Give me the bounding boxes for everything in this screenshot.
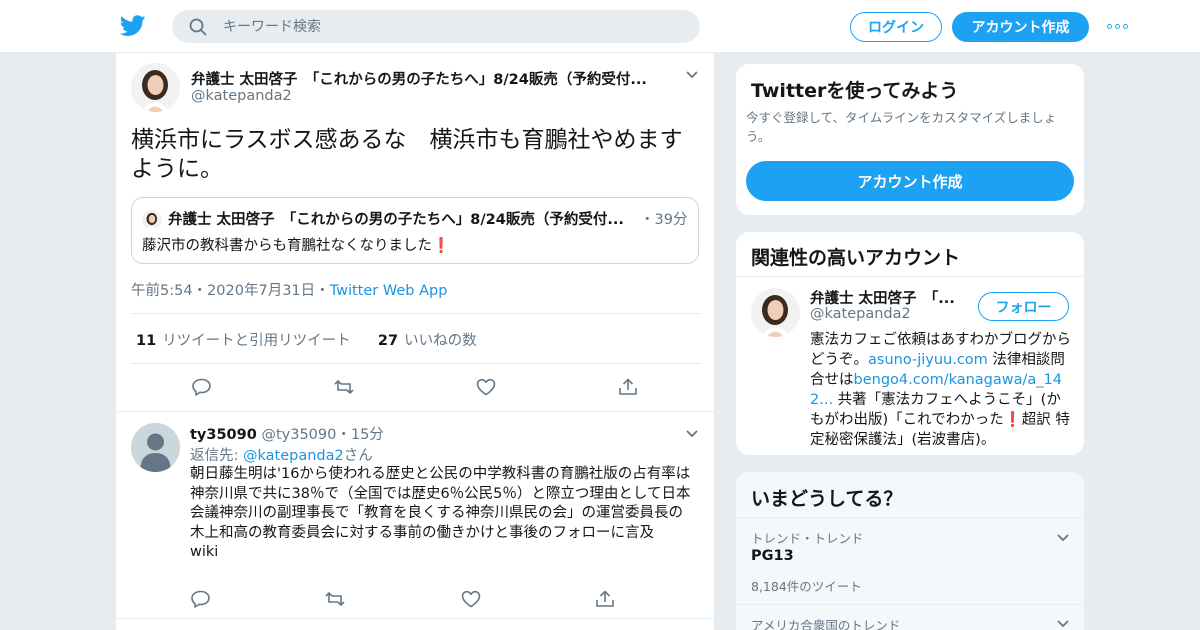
like-heart-icon[interactable] [475, 377, 497, 397]
reply-to-handle-link[interactable]: @katepanda2 [243, 448, 344, 464]
likes-stat[interactable]: 27 いいねの数 [378, 333, 477, 349]
signup-button[interactable]: アカウント作成 [952, 12, 1089, 42]
retweets-stat[interactable]: 11 リツイートと引用リツイート [136, 333, 351, 349]
related-accounts-title: 関連性の高いアカウント [751, 247, 961, 269]
login-button[interactable]: ログイン [850, 12, 942, 42]
avatar [142, 210, 162, 230]
avatar[interactable] [131, 423, 180, 472]
more-options-icon[interactable] [1107, 18, 1131, 34]
divider [116, 411, 714, 412]
follow-button[interactable]: フォロー [978, 292, 1069, 321]
divider [736, 517, 1084, 518]
reply-author[interactable]: ty35090 @ty35090・15分 [190, 423, 384, 444]
tweet-author-name[interactable]: 弁護士 太田啓子 「これからの男の子たちへ」8/24販売（予約受付... [191, 68, 666, 89]
trends-title: いまどうしてる？ [751, 488, 903, 510]
divider [131, 313, 701, 314]
chevron-down-icon[interactable] [1056, 619, 1070, 629]
trend-name[interactable]: PG13 [751, 548, 794, 564]
tweet-source-link[interactable]: Twitter Web App [330, 283, 448, 299]
twitter-bird-logo-icon[interactable] [120, 14, 146, 38]
reply-icon[interactable] [191, 377, 213, 397]
trend-context: アメリカ合衆国のトレンド [751, 618, 901, 630]
tweet-meta: 午前5:54・2020年7月31日・Twitter Web App [131, 279, 447, 300]
trends-card: いまどうしてる？ トレンド・トレンド PG13 8,184件のツイート アメリカ… [735, 471, 1085, 630]
like-heart-icon[interactable] [460, 589, 482, 609]
related-accounts-card: 関連性の高いアカウント 弁護士 太田啓子 「... @katepanda2 フォ… [735, 231, 1085, 456]
chevron-down-icon[interactable] [685, 70, 699, 80]
signup-card-title: Twitterを使ってみよう [751, 80, 959, 102]
related-account-name[interactable]: 弁護士 太田啓子 「... [810, 287, 970, 308]
top-bar: ログイン アカウント作成 [0, 0, 1200, 53]
default-avatar-icon [131, 423, 180, 472]
tweet-text: 横浜市にラスボス感あるな 横浜市も育鵬社やめますように。 [131, 127, 683, 182]
search-icon [189, 18, 207, 36]
quoted-tweet[interactable]: 弁護士 太田啓子 「これからの男の子たちへ」8/24販売（予約受付... ・39… [131, 197, 699, 264]
chevron-down-icon[interactable] [685, 429, 699, 439]
signup-card-subtitle: 今すぐ登録して、タイムラインをカスタマイズしましょう。 [746, 110, 1057, 144]
related-account-handle[interactable]: @katepanda2 [810, 306, 911, 322]
quoted-author-name: 弁護士 太田啓子 「これからの男の子たちへ」8/24販売（予約受付... [168, 212, 624, 228]
divider [736, 604, 1084, 605]
trend-context: トレンド・トレンド [751, 531, 864, 546]
main-timeline: 弁護士 太田啓子 「これからの男の子たちへ」8/24販売（予約受付... @ka… [115, 53, 715, 630]
divider [131, 363, 701, 364]
avatar[interactable] [751, 288, 800, 337]
related-account-bio: 憲法カフェご依頼はあすわかブログからどうぞ。asuno-jiyuu.com 法律… [810, 332, 1071, 448]
search-box[interactable] [172, 10, 700, 43]
reply-to-line: 返信先: @katepanda2さん [190, 448, 373, 464]
reply-icon[interactable] [190, 589, 212, 609]
profile-photo-icon [131, 63, 180, 112]
create-account-button[interactable]: アカウント作成 [746, 161, 1074, 201]
tweet-header: 弁護士 太田啓子 「これからの男の子たちへ」8/24販売（予約受付... @ka… [131, 63, 701, 113]
retweet-icon[interactable] [324, 589, 346, 609]
avatar[interactable] [131, 63, 180, 112]
divider [736, 276, 1084, 277]
chevron-down-icon[interactable] [1056, 533, 1070, 543]
search-input[interactable] [223, 11, 683, 42]
quoted-text: 藤沢市の教科書からも育鵬社なくなりました❗ [142, 238, 451, 254]
exclamation-emoji-icon: ❗ [432, 238, 451, 254]
exclamation-emoji-icon: ❗ [1003, 412, 1022, 428]
divider [116, 618, 714, 619]
profile-photo-icon [751, 288, 800, 337]
signup-card: Twitterを使ってみよう 今すぐ登録して、タイムラインをカスタマイズしましょ… [735, 63, 1085, 216]
tweet-stats: 11 リツイートと引用リツイート 27 いいねの数 [136, 329, 477, 350]
reply-text: 朝日藤生明は'16から使われる歴史と公民の中学教科書の育鵬社版の占有率は神奈川県… [190, 466, 691, 560]
share-icon[interactable] [594, 589, 616, 609]
trend-count: 8,184件のツイート [751, 579, 862, 594]
share-icon[interactable] [617, 377, 639, 397]
tweet-author-handle[interactable]: @katepanda2 [191, 88, 292, 104]
bio-link[interactable]: asuno-jiyuu.com [868, 352, 988, 368]
quoted-time: ・39分 [640, 212, 688, 228]
retweet-icon[interactable] [333, 377, 355, 397]
tweet-timestamp[interactable]: 午前5:54・2020年7月31日・ [131, 283, 330, 299]
